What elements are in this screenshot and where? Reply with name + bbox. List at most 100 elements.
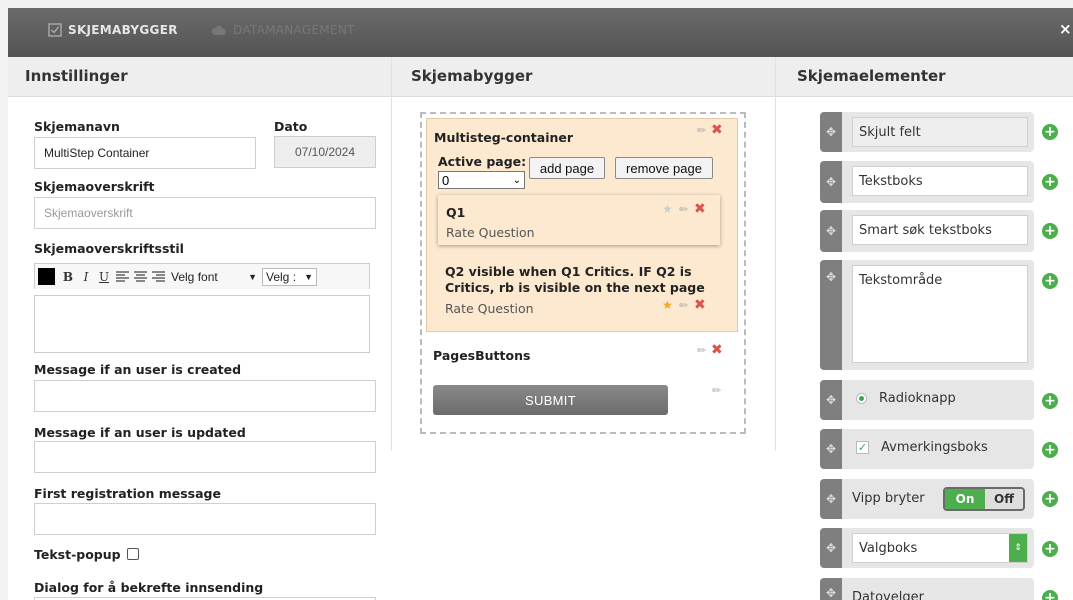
close-icon[interactable]: × xyxy=(1059,20,1073,38)
add-element-icon[interactable]: + xyxy=(1042,223,1058,239)
active-page-select[interactable]: 0 ⌄ xyxy=(438,171,525,189)
add-element-icon[interactable]: + xyxy=(1042,174,1058,190)
toggle-on: On xyxy=(945,489,985,509)
remove-page-button[interactable]: remove page xyxy=(615,157,713,179)
chevron-down-icon: ▼ xyxy=(304,271,313,282)
q1-type: Rate Question xyxy=(446,225,535,240)
element-radio-label: Radioknapp xyxy=(879,391,956,406)
tab-skjemabygger[interactable]: SKJEMABYGGER xyxy=(48,23,178,37)
delete-x-icon[interactable]: ✖ xyxy=(694,201,706,217)
edit-pencil-icon[interactable]: ✏ xyxy=(712,384,721,397)
element-textbox[interactable]: ✥ Tekstboks xyxy=(820,161,1034,203)
star-icon[interactable]: ★ xyxy=(662,202,673,216)
element-smart-search-input: Smart søk tekstboks xyxy=(852,215,1028,245)
active-page-label: Active page: xyxy=(438,154,527,169)
user-updated-field[interactable] xyxy=(34,441,376,473)
drag-handle-icon[interactable]: ✥ xyxy=(820,528,842,568)
color-picker-button[interactable] xyxy=(38,268,55,285)
font-select-value: Velg font xyxy=(171,269,218,284)
element-selectbox-input: Valgboks ⇕ xyxy=(852,533,1028,563)
form-icon xyxy=(48,23,62,37)
date-field: 07/10/2024 xyxy=(274,136,376,168)
element-checkbox[interactable]: ✥ ✓ Avmerkingsboks xyxy=(820,429,1034,469)
element-hidden-field[interactable]: ✥ Skjult felt xyxy=(820,112,1034,152)
first-registration-label: First registration message xyxy=(34,486,221,501)
submit-button[interactable]: SUBMIT xyxy=(433,385,668,415)
star-icon[interactable]: ★ xyxy=(662,298,673,312)
element-hidden-field-input: Skjult felt xyxy=(852,117,1028,147)
drag-handle-icon[interactable]: ✥ xyxy=(820,380,842,420)
align-right-icon[interactable] xyxy=(150,268,166,286)
radio-icon xyxy=(856,393,867,404)
add-element-icon[interactable]: + xyxy=(1042,442,1058,458)
tab-datamanagement[interactable]: DATAMANAGEMENT xyxy=(211,23,355,37)
add-element-icon[interactable]: + xyxy=(1042,273,1058,289)
underline-button[interactable]: U xyxy=(96,268,112,286)
element-checkbox-label: Avmerkingsboks xyxy=(881,440,988,455)
q1-title: Q1 xyxy=(446,205,466,220)
first-registration-field[interactable] xyxy=(34,503,376,535)
add-page-button[interactable]: add page xyxy=(529,157,605,179)
modal-titlebar: SKJEMABYGGER DATAMANAGEMENT × xyxy=(8,8,1073,57)
size-select[interactable]: Velg : ▼ xyxy=(262,267,317,286)
italic-button[interactable]: I xyxy=(78,268,94,286)
delete-x-icon[interactable]: ✖ xyxy=(711,342,723,358)
toggle-switch[interactable]: On Off xyxy=(943,487,1025,511)
tab-label: SKJEMABYGGER xyxy=(68,23,178,37)
element-radio-content: Radioknapp xyxy=(856,391,956,406)
add-element-icon[interactable]: + xyxy=(1042,590,1058,600)
heading-style-editor[interactable] xyxy=(34,295,370,353)
toggle-off: Off xyxy=(985,489,1023,509)
element-selectbox[interactable]: ✥ Valgboks ⇕ xyxy=(820,528,1034,568)
text-popup-row: Tekst-popup xyxy=(34,547,139,562)
align-left-icon[interactable] xyxy=(114,268,130,286)
cloud-icon xyxy=(211,24,227,36)
add-element-icon[interactable]: + xyxy=(1042,541,1058,557)
edit-pencil-icon[interactable]: ✏ xyxy=(697,344,706,357)
drag-handle-icon[interactable]: ✥ xyxy=(820,260,842,370)
element-radio[interactable]: ✥ Radioknapp xyxy=(820,380,1034,420)
align-center-icon[interactable] xyxy=(132,268,148,286)
drag-handle-icon[interactable]: ✥ xyxy=(820,429,842,469)
page-background-strip xyxy=(0,0,1073,8)
add-element-icon[interactable]: + xyxy=(1042,491,1058,507)
element-toggle-label: Vipp bryter xyxy=(852,491,925,506)
edit-pencil-icon[interactable]: ✏ xyxy=(697,124,706,137)
pages-buttons-label: PagesButtons xyxy=(433,348,531,363)
bold-button[interactable]: B xyxy=(60,268,76,286)
drag-handle-icon[interactable]: ✥ xyxy=(820,112,842,152)
drag-handle-icon[interactable]: ✥ xyxy=(820,210,842,252)
drag-handle-icon[interactable]: ✥ xyxy=(820,479,842,519)
chevron-down-icon: ▼ xyxy=(248,271,257,282)
element-checkbox-content: ✓ Avmerkingsboks xyxy=(856,440,988,455)
drag-handle-icon[interactable]: ✥ xyxy=(820,161,842,203)
font-select[interactable]: Velg font ▼ xyxy=(168,268,260,286)
column-divider xyxy=(391,57,392,451)
user-updated-label: Message if an user is updated xyxy=(34,425,246,440)
edit-pencil-icon[interactable]: ✏ xyxy=(679,299,688,312)
element-datepicker[interactable]: ✥ Datovelger xyxy=(820,578,1034,600)
element-textbox-input: Tekstboks xyxy=(852,166,1028,196)
column-headers: Innstillinger Skjemabygger Skjemaelement… xyxy=(8,57,1073,97)
delete-x-icon[interactable]: ✖ xyxy=(711,122,723,138)
q2-type: Rate Question xyxy=(445,301,534,316)
select-caret-icon: ⇕ xyxy=(1009,534,1027,562)
form-name-field[interactable]: MultiStep Container xyxy=(34,137,256,169)
element-smart-search[interactable]: ✥ Smart søk tekstboks xyxy=(820,210,1034,252)
element-datepicker-label: Datovelger xyxy=(852,590,924,600)
add-element-icon[interactable]: + xyxy=(1042,393,1058,409)
user-created-field[interactable] xyxy=(34,380,376,412)
heading-field[interactable]: Skjemaoverskrift xyxy=(34,197,376,229)
edit-pencil-icon[interactable]: ✏ xyxy=(679,203,688,216)
date-label: Dato xyxy=(274,119,308,134)
column-divider xyxy=(775,57,776,451)
element-toggle[interactable]: ✥ Vipp bryter On Off xyxy=(820,479,1034,519)
rich-text-toolbar: B I U Velg font ▼ Velg : ▼ xyxy=(34,263,370,289)
delete-x-icon[interactable]: ✖ xyxy=(694,297,706,313)
size-select-value: Velg : xyxy=(266,269,297,284)
drag-handle-icon[interactable]: ✥ xyxy=(820,578,842,600)
add-element-icon[interactable]: + xyxy=(1042,124,1058,140)
text-popup-checkbox[interactable] xyxy=(126,548,139,560)
checkmark-icon: ✓ xyxy=(856,441,869,454)
element-textarea[interactable]: ✥ Tekstområde xyxy=(820,260,1034,370)
